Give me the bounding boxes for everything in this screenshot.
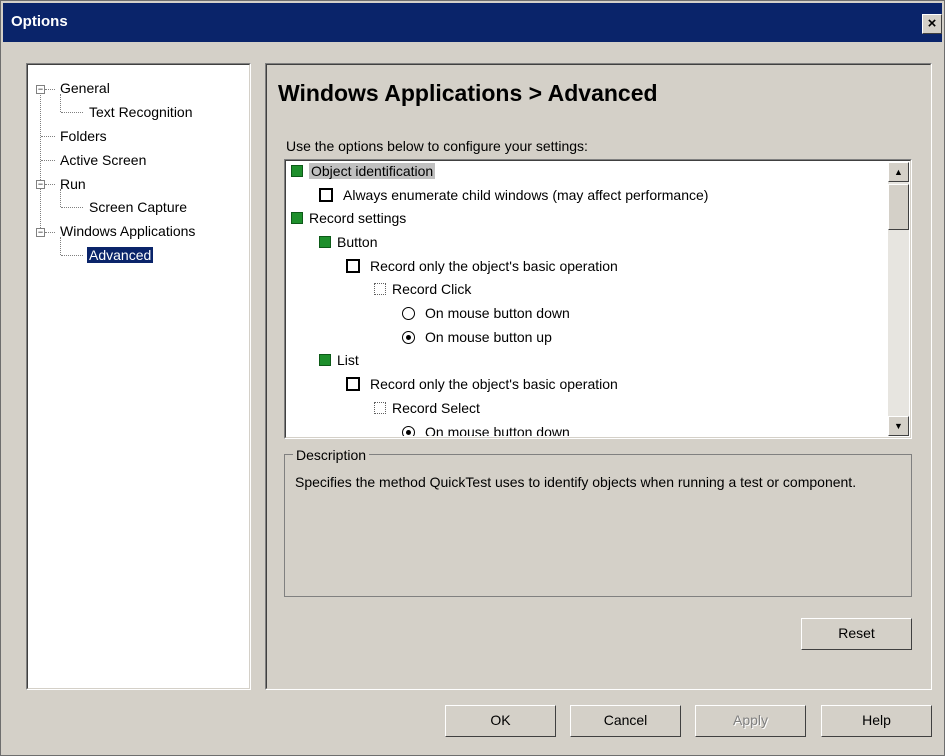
settings-group-icon: [291, 165, 303, 177]
tree-item-windows-applications[interactable]: Windows Applications: [60, 223, 195, 239]
ok-button[interactable]: OK: [445, 705, 556, 737]
tree-line: [40, 92, 41, 236]
tree-item-general[interactable]: General: [60, 80, 110, 96]
title-bar[interactable]: Options ×: [3, 3, 942, 42]
help-button[interactable]: Help: [821, 705, 932, 737]
radio-selected-icon[interactable]: [402, 426, 415, 436]
settings-group-record-select[interactable]: Record Select: [374, 400, 480, 416]
scroll-up-icon[interactable]: ▲: [888, 162, 909, 182]
description-legend: Description: [293, 447, 370, 463]
radio-select-mouse-down[interactable]: On mouse button down: [402, 424, 570, 436]
close-button[interactable]: ×: [922, 14, 942, 34]
settings-group-list[interactable]: List: [319, 352, 359, 368]
checkbox-icon[interactable]: [346, 259, 360, 273]
reset-button[interactable]: Reset: [801, 618, 912, 650]
tree-item-advanced[interactable]: Advanced: [85, 246, 155, 264]
description-text: Specifies the method QuickTest uses to i…: [295, 474, 857, 490]
settings-group-icon: [319, 236, 331, 248]
tree-item-screen-capture[interactable]: Screen Capture: [89, 199, 187, 215]
scroll-down-icon[interactable]: ▼: [888, 416, 909, 436]
window-title: Options: [11, 13, 68, 30]
tree-item-active-screen[interactable]: Active Screen: [60, 152, 146, 168]
radio-group-icon: [374, 283, 386, 295]
tree-line: [60, 94, 61, 112]
collapse-windows-applications-icon[interactable]: −: [36, 228, 45, 237]
options-tree: − General Text Recognition Folders Activ…: [26, 63, 251, 690]
cancel-button[interactable]: Cancel: [570, 705, 681, 737]
checkbox-enumerate-child-windows[interactable]: Always enumerate child windows (may affe…: [319, 187, 708, 203]
settings-group-record-settings[interactable]: Record settings: [291, 210, 406, 226]
checkbox-button-basic-operation[interactable]: Record only the object's basic operation: [346, 258, 618, 274]
apply-button: Apply: [695, 705, 806, 737]
settings-tree: Object identification Always enumerate c…: [284, 159, 912, 439]
settings-group-object-identification[interactable]: Object identification: [291, 163, 436, 179]
radio-group-icon: [374, 402, 386, 414]
radio-click-mouse-up[interactable]: On mouse button up: [402, 329, 552, 345]
checkbox-icon[interactable]: [346, 377, 360, 391]
collapse-general-icon[interactable]: −: [36, 85, 45, 94]
settings-group-button[interactable]: Button: [319, 234, 377, 250]
tree-line: [60, 237, 61, 255]
tree-item-run[interactable]: Run: [60, 176, 86, 192]
settings-group-icon: [319, 354, 331, 366]
checkbox-icon[interactable]: [319, 188, 333, 202]
tree-item-folders[interactable]: Folders: [60, 128, 107, 144]
collapse-run-icon[interactable]: −: [36, 180, 45, 189]
settings-group-record-click[interactable]: Record Click: [374, 281, 471, 297]
page-title: Windows Applications > Advanced: [278, 80, 658, 106]
settings-group-icon: [291, 212, 303, 224]
radio-click-mouse-down[interactable]: On mouse button down: [402, 305, 570, 321]
radio-selected-icon[interactable]: [402, 331, 415, 344]
options-window: Options × − General Text Recognition Fol…: [0, 0, 945, 756]
settings-hint: Use the options below to configure your …: [286, 138, 588, 154]
radio-icon[interactable]: [402, 307, 415, 320]
tree-item-text-recognition[interactable]: Text Recognition: [89, 104, 193, 120]
settings-scrollbar[interactable]: ▲ ▼: [888, 162, 909, 436]
scroll-thumb[interactable]: [888, 184, 909, 230]
checkbox-list-basic-operation[interactable]: Record only the object's basic operation: [346, 376, 618, 392]
